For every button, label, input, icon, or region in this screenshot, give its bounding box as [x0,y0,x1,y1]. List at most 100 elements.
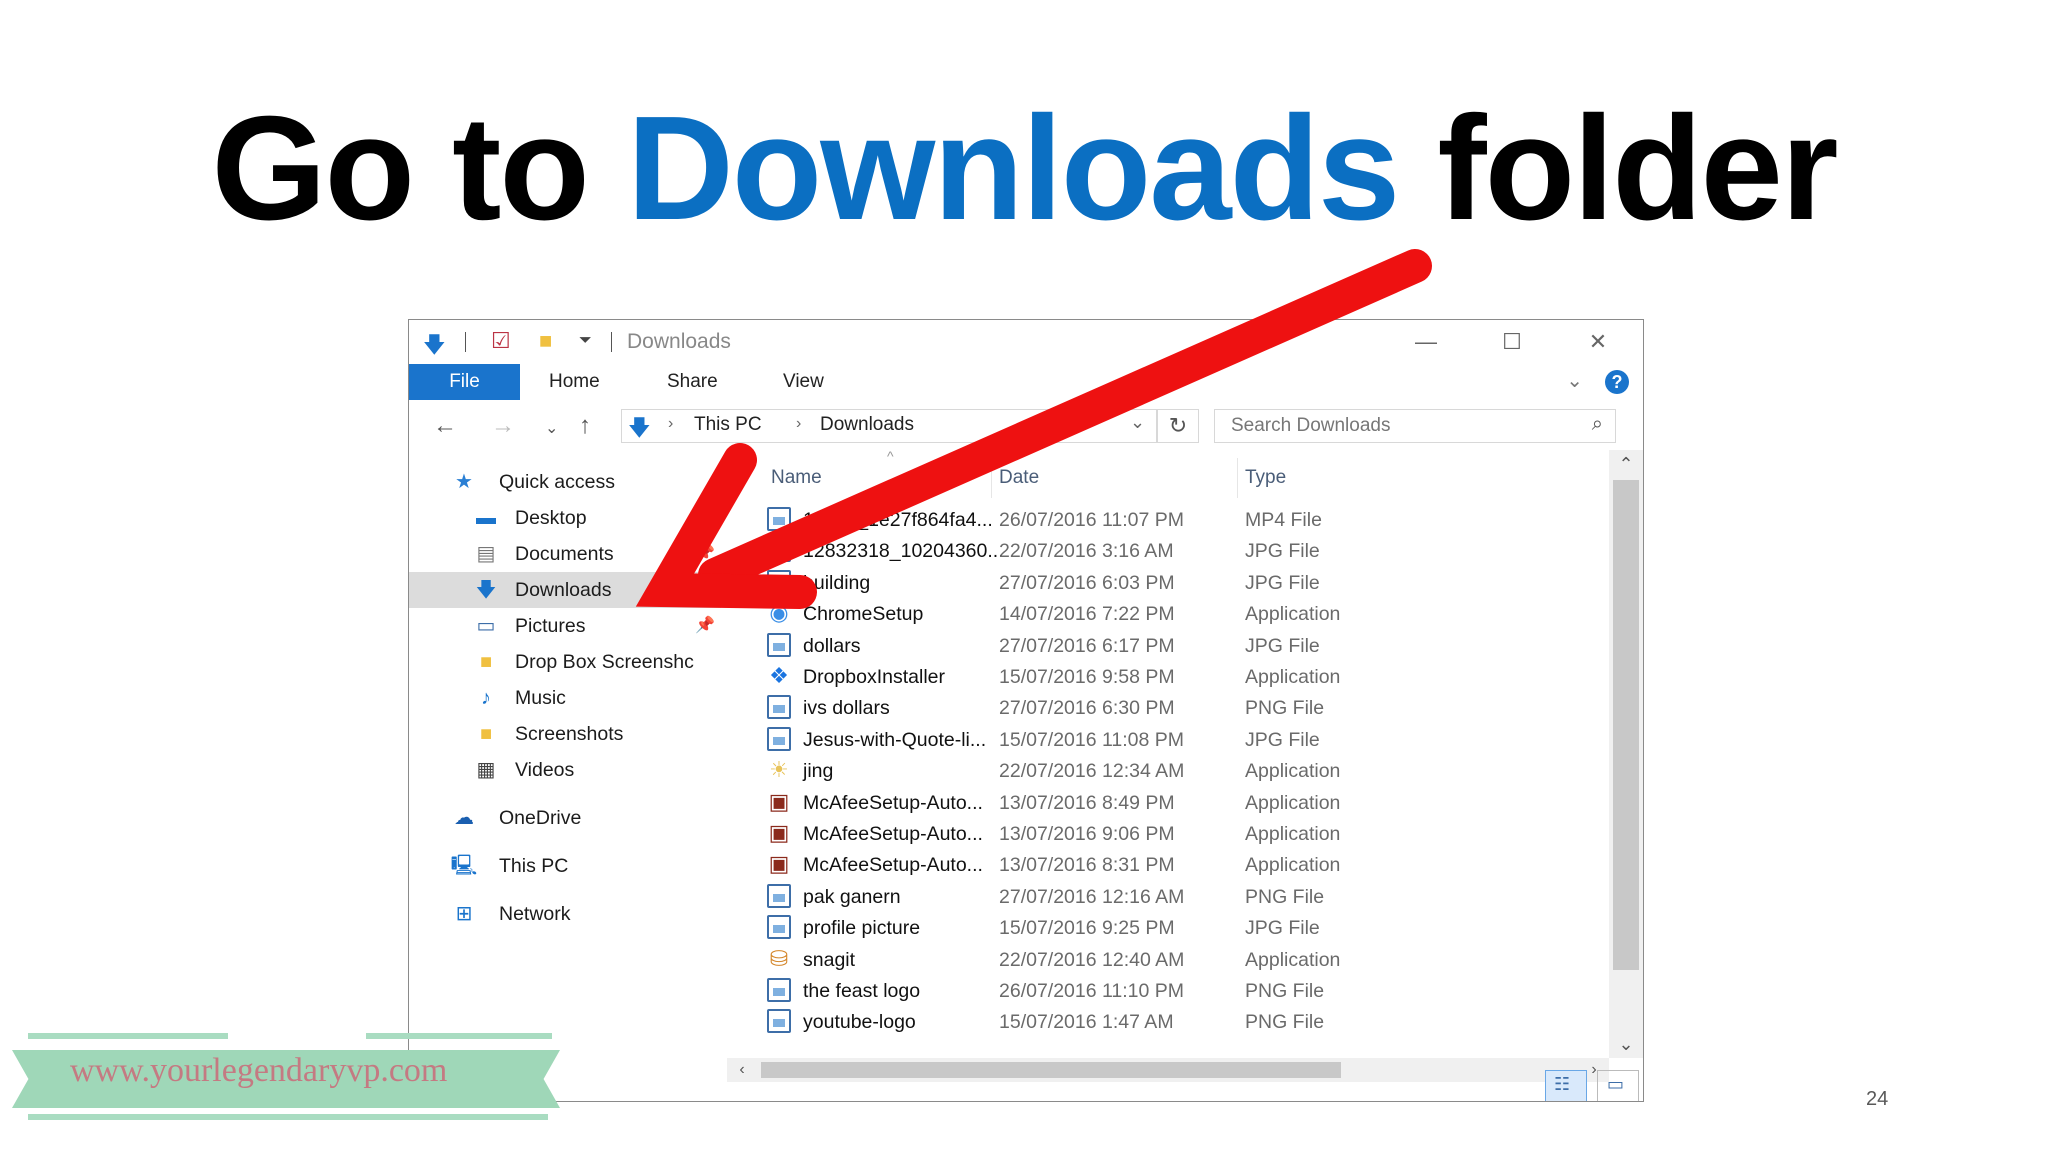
table-row[interactable]: ◉ ChromeSetup 14/07/2016 7:22 PM Applicatio… [727,598,1607,629]
table-row[interactable]: ▣ McAfeeSetup-Auto... 13/07/2016 8:49 PM Ap… [727,787,1607,818]
file-date: 27/07/2016 6:03 PM [999,571,1175,594]
scroll-left-icon[interactable]: ‹ [727,1058,757,1082]
file-type: Application [1245,823,1341,845]
nav-network[interactable]: ⊞ Network [409,896,721,932]
scroll-thumb[interactable] [761,1062,1341,1078]
pin-icon[interactable]: 📌 [695,543,715,563]
file-type: JPG File [1245,917,1320,940]
videos-icon: ▦ [476,759,496,781]
nav-item-downloads[interactable]: 🡇 Downloads 📌 [409,572,721,608]
tab-view[interactable]: View [783,364,824,400]
table-row[interactable]: the feast logo 26/07/2016 11:10 PM PNG Fil… [727,975,1607,1006]
table-row[interactable]: profile picture 15/07/2016 9:25 PM JPG Fil… [727,912,1607,943]
close-button[interactable]: ✕ [1555,322,1641,362]
tab-file[interactable]: File [409,364,520,400]
table-row[interactable]: 13879_1e27f864fa4... 26/07/2016 11:07 PM M… [727,504,1607,535]
customize-toolbar-icon[interactable]: ⏷ [579,332,592,350]
table-row[interactable]: youtube-logo 15/07/2016 1:47 AM PNG File [727,1006,1607,1037]
pin-icon[interactable]: 📌 [695,579,715,599]
table-row[interactable]: ❖ DropboxInstaller 15/07/2016 9:58 PM Appli… [727,661,1607,692]
back-arrow-icon[interactable]: ← [433,412,457,440]
file-type: Application [1245,666,1341,688]
large-icons-view-button[interactable]: ▭ [1597,1070,1639,1101]
minimize-button[interactable]: — [1383,322,1469,362]
table-row[interactable]: ivs dollars 27/07/2016 6:30 PM PNG File [727,692,1607,723]
image-file-icon [767,538,791,563]
properties-icon[interactable]: ☑ [491,328,511,354]
table-row[interactable]: ▣ McAfeeSetup-Auto... 13/07/2016 8:31 PM Ap… [727,849,1607,880]
column-header-name[interactable]: Name ^ [727,448,997,500]
forward-arrow-icon[interactable]: → [491,412,515,440]
search-box[interactable]: ⌕ [1214,409,1616,443]
table-row[interactable]: Jesus-with-Quote-li... 15/07/2016 11:08 P… [727,724,1607,755]
file-type: Application [1245,603,1341,626]
scroll-down-icon[interactable]: ⌄ [1609,1030,1643,1058]
nav-label: Pictures [515,615,586,637]
up-arrow-icon[interactable]: ↑ [579,412,591,440]
mcafee-icon: ▣ [768,820,790,845]
table-row[interactable]: pak ganern 27/07/2016 12:16 AM PNG File [727,881,1607,912]
address-dropdown-icon[interactable]: ⌄ [1130,412,1145,433]
pin-icon[interactable]: 📌 [695,615,715,635]
pin-icon[interactable]: 📌 [695,507,715,527]
nav-label: Screenshots [515,723,624,745]
table-row[interactable]: ⛁ snagit 22/07/2016 12:40 AM Application [727,944,1607,975]
new-folder-icon[interactable]: ■ [539,328,552,354]
slide-title: Go to Downloads folder [0,95,2048,243]
table-row[interactable]: ▣ McAfeeSetup-Auto... 13/07/2016 9:06 PM Ap… [727,818,1607,849]
address-bar[interactable]: 🡇 › This PC › Downloads ⌄ [621,409,1157,443]
table-row[interactable]: dollars 27/07/2016 6:17 PM JPG File [727,630,1607,661]
recent-locations-icon[interactable]: ⌄ [545,418,558,438]
nav-item-desktop[interactable]: ▬ Desktop 📌 [409,500,721,536]
breadcrumb-this-pc[interactable]: This PC [694,414,762,436]
table-row[interactable]: 12832318_10204360... 22/07/2016 3:16 AM JP… [727,535,1607,566]
breadcrumb-chevron-icon[interactable]: › [668,415,673,433]
details-view-button[interactable]: ☷ [1545,1070,1587,1101]
file-date: 13/07/2016 8:49 PM [999,791,1175,814]
scroll-thumb[interactable] [1613,480,1639,970]
breadcrumb-downloads[interactable]: Downloads [820,414,914,436]
nav-this-pc[interactable]: 🖳 This PC [409,848,721,884]
scroll-up-icon[interactable]: ⌃ [1609,450,1643,478]
nav-item-screenshots[interactable]: ■ Screenshots [409,716,721,752]
nav-onedrive[interactable]: ☁ OneDrive [409,800,721,836]
search-input[interactable] [1229,414,1563,438]
vertical-scrollbar[interactable]: ⌃ ⌄ [1609,450,1643,1058]
nav-quick-access[interactable]: ★ Quick access [409,464,721,500]
maximize-button[interactable]: ☐ [1469,322,1555,362]
watermark-line [366,1033,552,1039]
nav-item-dropbox-screenshots[interactable]: ■ Drop Box Screenshc [409,644,721,680]
file-name: DropboxInstaller [803,666,945,688]
nav-item-pictures[interactable]: ▭ Pictures 📌 [409,608,721,644]
column-header-date[interactable]: Date [993,450,1239,500]
table-row[interactable]: ☀ jing 22/07/2016 12:34 AM Application [727,755,1607,786]
nav-label: Network [499,903,571,925]
refresh-icon[interactable]: ↻ [1157,409,1199,443]
sort-ascending-icon: ^ [887,448,894,464]
nav-item-documents[interactable]: ▤ Documents 📌 [409,536,721,572]
tab-home[interactable]: Home [549,364,600,400]
file-name: the feast logo [803,980,921,1002]
table-row[interactable]: building 27/07/2016 6:03 PM JPG File [727,567,1607,598]
column-label: Type [1245,467,1287,488]
expand-ribbon-icon[interactable]: ⌄ [1566,368,1583,393]
help-icon[interactable]: ? [1605,370,1629,394]
column-header-type[interactable]: Type [1239,450,1539,500]
nav-item-videos[interactable]: ▦ Videos [409,752,721,788]
breadcrumb-chevron-icon[interactable]: › [796,415,801,433]
horizontal-scrollbar[interactable]: ‹ › [727,1058,1609,1082]
file-type: Application [1245,791,1341,814]
snagit-icon: ⛁ [769,945,789,971]
tab-share[interactable]: Share [667,364,718,400]
downloads-icon: 🡇 [475,579,497,601]
page-number: 24 [1866,1088,1889,1110]
file-date: 27/07/2016 6:30 PM [999,697,1175,720]
file-name: 12832318_10204360... [803,540,1004,563]
file-date: 27/07/2016 12:16 AM [999,885,1185,908]
nav-label: Music [515,687,566,709]
dropbox-icon: ❖ [769,663,789,688]
file-type: PNG File [1245,980,1325,1002]
file-date: 15/07/2016 9:25 PM [999,917,1175,940]
nav-item-music[interactable]: ♪ Music [409,680,721,716]
nav-label: OneDrive [499,807,582,829]
